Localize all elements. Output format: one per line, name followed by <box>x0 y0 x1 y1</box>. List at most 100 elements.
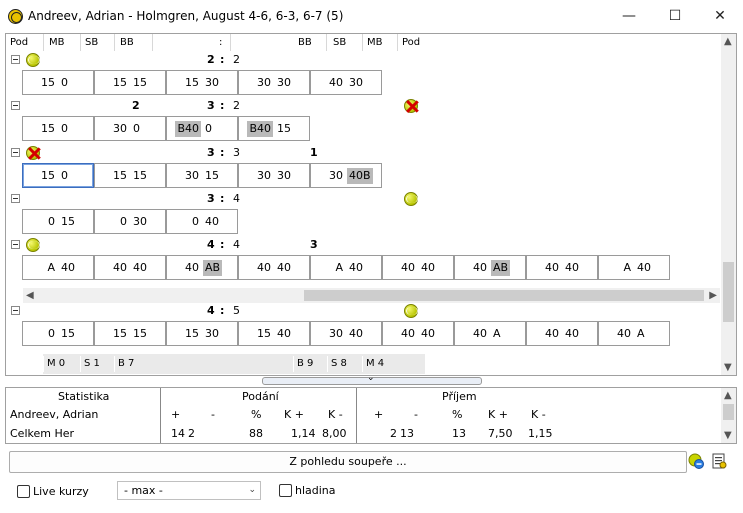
point-left: A <box>335 261 343 274</box>
stats-vertical-scrollbar[interactable]: ▲ ▼ <box>721 388 736 443</box>
stats-scroll-thumb[interactable] <box>723 404 734 420</box>
game-cell[interactable]: 40 40 <box>382 321 454 346</box>
set-score-left: 4 <box>207 238 215 251</box>
collapse-icon[interactable] <box>11 55 20 64</box>
scroll-left-icon[interactable]: ◀ <box>26 288 34 303</box>
game-cell[interactable]: 15 15 <box>94 321 166 346</box>
horizontal-scroll-thumb[interactable] <box>304 290 704 301</box>
game-list: 0 15 15 15 15 30 15 40 30 40 40 40 40 A 40 40 40 A <box>6 321 722 346</box>
game-cell[interactable]: 0 15 <box>22 209 94 234</box>
close-button[interactable]: ✕ <box>697 4 743 28</box>
game-cell[interactable]: 30 40B <box>310 163 382 188</box>
header-mb-left: MB <box>49 37 65 48</box>
game-cell[interactable]: 15 0 <box>22 163 94 188</box>
point-left: 0 <box>48 327 55 340</box>
point-right: 0 <box>205 122 212 135</box>
stats-return-minus: 13 <box>400 427 414 440</box>
stats-return-minus-header: - <box>414 408 418 421</box>
collapse-icon[interactable] <box>11 240 20 249</box>
game-cell[interactable]: 30 15 <box>166 163 238 188</box>
game-cell[interactable]: 40 A <box>598 321 670 346</box>
header-mb-right: MB <box>367 37 383 48</box>
game-cell[interactable]: A 40 <box>310 255 382 280</box>
point-right: 0 <box>133 122 140 135</box>
game-cell[interactable]: B40 15 <box>238 116 310 141</box>
game-cell[interactable]: 0 30 <box>94 209 166 234</box>
stats-return-plus-header: + <box>374 408 384 421</box>
game-cell[interactable]: A 40 <box>598 255 670 280</box>
level-checkbox[interactable] <box>279 484 292 497</box>
game-cell[interactable]: 30 30 <box>238 70 310 95</box>
stats-return-pct: 13 <box>452 427 466 440</box>
stats-serve-kminus: 8,00 <box>322 427 347 440</box>
game-cell[interactable]: 40 AB <box>454 255 526 280</box>
footer-right: B 9 S 8 M 4 <box>293 354 425 374</box>
header-divider <box>230 34 231 51</box>
point-left: 15 <box>41 76 55 89</box>
bold-marker-right: 1 <box>310 146 318 159</box>
vertical-scrollbar[interactable]: ▲ ▼ <box>721 34 736 375</box>
game-cell[interactable]: 30 30 <box>238 163 310 188</box>
panel-splitter[interactable]: ⌄ <box>262 373 482 385</box>
stats-serve-pct-header: % <box>251 408 262 421</box>
scroll-up-icon[interactable]: ▲ <box>724 388 732 403</box>
game-cell[interactable]: 0 15 <box>22 321 94 346</box>
stats-serve-plus: 14 <box>171 427 185 440</box>
game-cell[interactable]: 40 AB <box>166 255 238 280</box>
set-row-header: 3:4 <box>6 191 722 207</box>
game-cell[interactable]: 15 30 <box>166 70 238 95</box>
game-cell[interactable]: 0 40 <box>166 209 238 234</box>
game-cell[interactable]: B40 0 <box>166 116 238 141</box>
point-right: 40B <box>347 168 373 184</box>
horizontal-scrollbar[interactable]: ◀ ▶ <box>23 288 720 303</box>
game-cell[interactable]: 15 0 <box>22 70 94 95</box>
collapse-icon[interactable] <box>11 194 20 203</box>
collapse-icon[interactable] <box>11 148 20 157</box>
game-cell[interactable]: 40 A <box>454 321 526 346</box>
point-left: 15 <box>113 169 127 182</box>
game-cell[interactable]: 40 40 <box>382 255 454 280</box>
game-cell[interactable]: A 40 <box>22 255 94 280</box>
header-divider <box>397 34 398 51</box>
point-left: 15 <box>41 122 55 135</box>
scroll-down-icon[interactable]: ▼ <box>724 428 732 443</box>
point-right: 15 <box>133 169 147 182</box>
statistics-panel: Statistika Podání Příjem Andreev, Adrian… <box>5 387 737 444</box>
game-cell[interactable]: 40 30 <box>310 70 382 95</box>
game-cell[interactable]: 15 15 <box>94 163 166 188</box>
scroll-right-icon[interactable]: ▶ <box>709 288 717 303</box>
game-cell[interactable]: 40 40 <box>238 255 310 280</box>
game-cell[interactable]: 15 0 <box>22 116 94 141</box>
point-right: 40 <box>61 261 75 274</box>
scroll-up-icon[interactable]: ▲ <box>724 34 732 49</box>
game-cell[interactable]: 40 40 <box>94 255 166 280</box>
game-cell[interactable]: 15 30 <box>166 321 238 346</box>
game-cell[interactable]: 40 40 <box>526 255 598 280</box>
bold-marker-right: 3 <box>310 238 318 251</box>
collapse-icon[interactable] <box>11 101 20 110</box>
game-cell[interactable]: 15 40 <box>238 321 310 346</box>
game-cell[interactable]: 15 15 <box>94 70 166 95</box>
score-grid[interactable]: Pod MB SB BB : BB SB MB Pod 2:2 15 0 15 15 15… <box>5 33 737 376</box>
title-bar: Andreev, Adrian - Holmgren, August 4-6, … <box>0 0 743 33</box>
add-ball-icon[interactable] <box>688 453 704 469</box>
set-score-right: 4 <box>233 192 240 205</box>
scroll-down-icon[interactable]: ▼ <box>724 360 732 375</box>
set-score-separator: : <box>220 53 225 66</box>
export-sheet-icon[interactable] <box>711 453 727 469</box>
collapse-icon[interactable] <box>11 306 20 315</box>
opponent-view-button[interactable]: Z pohledu soupeře ... <box>9 451 687 473</box>
vertical-scroll-thumb[interactable] <box>723 262 734 322</box>
minimize-button[interactable]: — <box>606 4 652 28</box>
game-cell[interactable]: 40 40 <box>526 321 598 346</box>
header-bb-left: BB <box>120 37 134 48</box>
maximize-button[interactable]: ☐ <box>652 4 698 28</box>
game-cell[interactable]: 30 0 <box>94 116 166 141</box>
footer-mid <box>155 354 293 374</box>
set-score-left: 4 <box>207 304 215 317</box>
set-score-right: 2 <box>233 99 240 112</box>
point-left: 30 <box>257 169 271 182</box>
live-odds-checkbox[interactable] <box>17 485 30 498</box>
level-combo[interactable]: - max - ⌄ <box>117 481 261 500</box>
game-cell[interactable]: 30 40 <box>310 321 382 346</box>
